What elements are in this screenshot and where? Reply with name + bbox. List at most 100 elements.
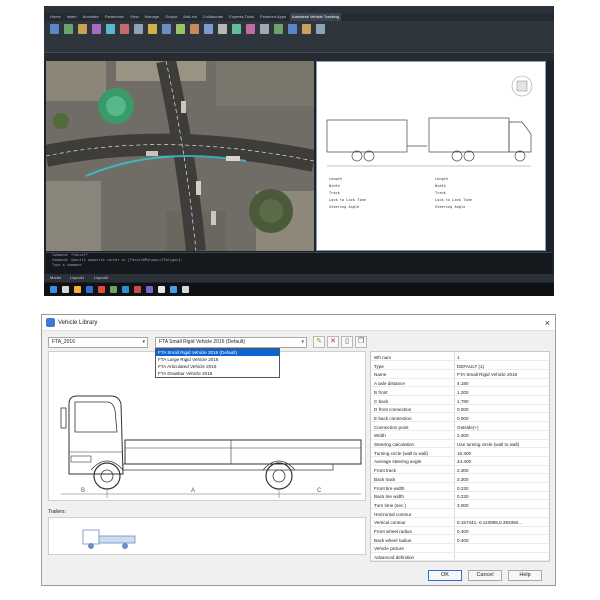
vehicle-option[interactable]: FTA Drawbar Vehicle 2016 bbox=[156, 370, 279, 377]
menu-tab[interactable]: Add-ins bbox=[181, 13, 199, 21]
property-row[interactable]: Type DEFAULT (1) bbox=[371, 363, 549, 370]
taskbar-app-icon[interactable] bbox=[50, 286, 57, 293]
menu-tab[interactable]: Featured Apps bbox=[258, 13, 288, 21]
property-row[interactable]: Connection point Outside(+) bbox=[371, 424, 549, 431]
ribbon-tool-icon[interactable] bbox=[288, 24, 297, 34]
menu-tab[interactable]: Autodesk Vehicle Tracking bbox=[290, 13, 341, 21]
taskbar-app-icon[interactable] bbox=[134, 286, 141, 293]
help-button[interactable]: Help bbox=[508, 570, 542, 581]
property-row[interactable]: C back 1.780 bbox=[371, 398, 549, 405]
new-vehicle-button[interactable]: ▯ bbox=[341, 336, 353, 348]
vehicle-select[interactable]: FTA Small Rigid Vehicle 2016 (Default) ▾ bbox=[155, 337, 307, 348]
property-value[interactable]: Outside(+) bbox=[457, 424, 479, 431]
taskbar-app-icon[interactable] bbox=[170, 286, 177, 293]
property-row[interactable]: Vertical contour 0.157441,-0.110988,0.393… bbox=[371, 519, 549, 527]
ribbon-tool-icon[interactable] bbox=[218, 24, 227, 34]
menu-tab[interactable]: Insert bbox=[65, 13, 79, 21]
taskbar-app-icon[interactable] bbox=[86, 286, 93, 293]
taskbar-app-icon[interactable] bbox=[158, 286, 165, 293]
ribbon-tool-icon[interactable] bbox=[302, 24, 311, 34]
ribbon-tool-icon[interactable] bbox=[134, 24, 143, 34]
menu-tab[interactable]: Home bbox=[48, 13, 63, 21]
property-row[interactable]: A axle distance 4.180 bbox=[371, 380, 549, 388]
property-value[interactable]: 44.400 bbox=[457, 458, 471, 465]
ribbon-tool-icon[interactable] bbox=[316, 24, 325, 34]
taskbar-app-icon[interactable] bbox=[122, 286, 129, 293]
ribbon-tool-icon[interactable] bbox=[148, 24, 157, 34]
property-row[interactable]: Name FTA Small Rigid Vehicle 2016 bbox=[371, 371, 549, 379]
ribbon-tool-icon[interactable] bbox=[78, 24, 87, 34]
property-row[interactable]: Front track 2.300 bbox=[371, 467, 549, 475]
property-value[interactable]: 0.230 bbox=[457, 493, 469, 500]
property-value[interactable]: 0.157441,-0.110988,0.393350... bbox=[457, 519, 522, 526]
property-row[interactable]: Back tire width 0.230 bbox=[371, 493, 549, 501]
menu-tab[interactable]: Parametric bbox=[103, 13, 126, 21]
ribbon-tool-icon[interactable] bbox=[64, 24, 73, 34]
property-value[interactable]: FTA Small Rigid Vehicle 2016 bbox=[457, 371, 517, 378]
ribbon-tool-icon[interactable] bbox=[162, 24, 171, 34]
property-value[interactable]: 4.180 bbox=[457, 380, 469, 387]
ribbon-tool-icon[interactable] bbox=[274, 24, 283, 34]
ribbon-tool-icon[interactable] bbox=[92, 24, 101, 34]
ribbon-tool-icon[interactable] bbox=[176, 24, 185, 34]
property-row[interactable]: B front 1.200 bbox=[371, 389, 549, 397]
property-row[interactable]: E back connection 0.000 bbox=[371, 415, 549, 423]
trailers-preview[interactable] bbox=[48, 517, 366, 555]
property-value[interactable]: 1.780 bbox=[457, 398, 469, 405]
taskbar-app-icon[interactable] bbox=[110, 286, 117, 293]
library-select[interactable]: FTA_2016 ▾ bbox=[48, 337, 148, 348]
menu-tab[interactable]: Annotate bbox=[81, 13, 101, 21]
taskbar-app-icon[interactable] bbox=[74, 286, 81, 293]
property-row[interactable]: Advanced definition bbox=[371, 554, 549, 561]
vehicle-drawing-viewport[interactable]: Length Width Track Lock to Lock Time Steerin… bbox=[316, 61, 546, 251]
ribbon-tool-icon[interactable] bbox=[232, 24, 241, 34]
property-value[interactable]: 15.300 bbox=[457, 450, 471, 457]
property-value[interactable]: 0.000 bbox=[457, 406, 469, 413]
ribbon-tool-icon[interactable] bbox=[246, 24, 255, 34]
property-row[interactable]: Wh num 1 bbox=[371, 354, 549, 362]
property-row[interactable]: Steering calculation Use turning circle (… bbox=[371, 441, 549, 449]
ribbon-tool-icon[interactable] bbox=[204, 24, 213, 34]
property-row[interactable]: D front connection 0.000 bbox=[371, 406, 549, 414]
layout-tab-model[interactable]: Model bbox=[50, 274, 61, 282]
property-row[interactable]: Front wheel radius 0.400 bbox=[371, 528, 549, 536]
vehicle-option[interactable]: FTA Small Rigid Vehicle 2016 (Default) bbox=[156, 349, 279, 356]
edit-vehicle-button[interactable]: ✎ bbox=[313, 336, 325, 348]
property-value[interactable]: 1 bbox=[457, 354, 460, 361]
aerial-map-viewport[interactable] bbox=[46, 61, 314, 251]
taskbar-app-icon[interactable] bbox=[98, 286, 105, 293]
ribbon-tool-icon[interactable] bbox=[190, 24, 199, 34]
delete-vehicle-button[interactable]: ✕ bbox=[327, 336, 339, 348]
property-value[interactable]: 2.300 bbox=[457, 467, 469, 474]
menu-tab[interactable]: Manage bbox=[143, 13, 161, 21]
layout-tab-layout1[interactable]: Layout1 bbox=[70, 274, 84, 282]
taskbar-app-icon[interactable] bbox=[146, 286, 153, 293]
property-value[interactable]: Use turning circle (wall to wall) bbox=[457, 441, 519, 448]
property-value[interactable]: 3.000 bbox=[457, 502, 469, 509]
property-row[interactable]: Back track 2.300 bbox=[371, 476, 549, 484]
vehicle-option[interactable]: FTA Articulated Vehicle 2016 bbox=[156, 363, 279, 370]
property-value[interactable]: 0.230 bbox=[457, 485, 469, 492]
ribbon-tool-icon[interactable] bbox=[260, 24, 269, 34]
command-line[interactable]: Command: *Cancel* Command: Specify oppos… bbox=[46, 252, 552, 274]
property-value[interactable]: 2.300 bbox=[457, 432, 469, 439]
close-icon[interactable]: × bbox=[545, 315, 550, 331]
property-value[interactable]: 1.200 bbox=[457, 389, 469, 396]
vehicle-properties-grid[interactable]: Wh num 1 Type DEFAULT (1) Name FTA Small Rigi… bbox=[370, 351, 550, 562]
property-value[interactable]: 2.300 bbox=[457, 476, 469, 483]
property-row[interactable]: Horizontal contour bbox=[371, 511, 549, 518]
copy-vehicle-button[interactable]: ❐ bbox=[355, 336, 367, 348]
ribbon-tool-icon[interactable] bbox=[50, 24, 59, 34]
property-row[interactable]: Vehicle picture bbox=[371, 545, 549, 553]
menu-tab[interactable]: View bbox=[128, 13, 141, 21]
menu-tab[interactable]: Express Tools bbox=[227, 13, 256, 21]
property-row[interactable]: Width 2.300 bbox=[371, 432, 549, 440]
property-value[interactable]: 0.400 bbox=[457, 528, 469, 535]
vehicle-option[interactable]: FTA Large Rigid Vehicle 2016 bbox=[156, 356, 279, 363]
property-value[interactable]: DEFAULT (1) bbox=[457, 363, 484, 370]
cancel-button[interactable]: Cancel bbox=[468, 570, 502, 581]
taskbar-app-icon[interactable] bbox=[182, 286, 189, 293]
ribbon-tool-icon[interactable] bbox=[120, 24, 129, 34]
taskbar-app-icon[interactable] bbox=[62, 286, 69, 293]
ribbon-tool-icon[interactable] bbox=[106, 24, 115, 34]
